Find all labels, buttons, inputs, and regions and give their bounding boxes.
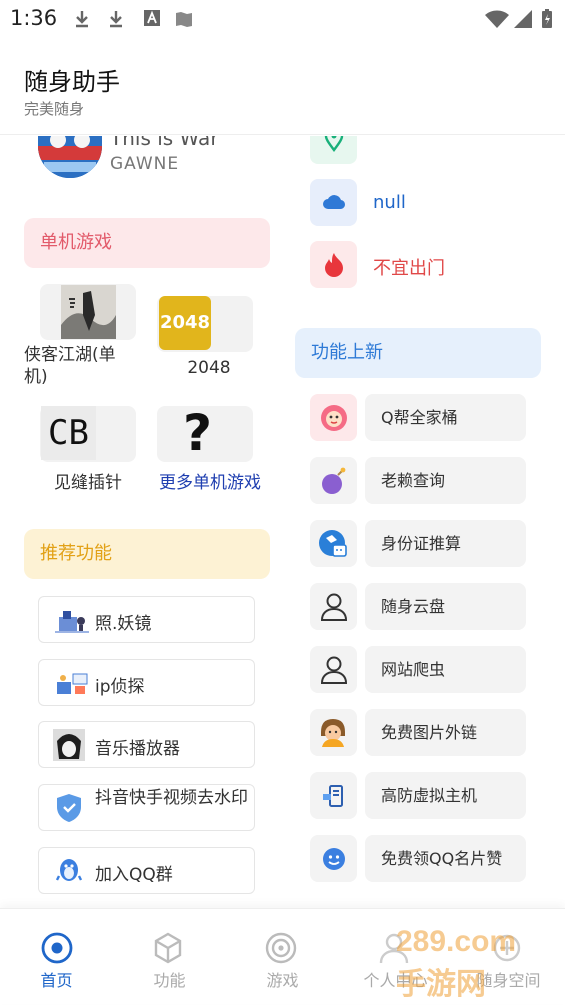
battery-icon xyxy=(540,9,554,29)
feat-btn-crawler[interactable]: 网站爬虫 xyxy=(365,646,526,693)
game-label-cb[interactable]: 见缝插针 xyxy=(36,468,140,493)
camera-scene-icon xyxy=(55,605,89,635)
feat-btn-idcard[interactable]: 身份证推算 xyxy=(365,520,526,567)
user-outline-icon xyxy=(320,592,348,626)
rec-label-ip: ip侦探 xyxy=(95,677,145,697)
qq-penguin-icon xyxy=(55,856,85,886)
fire-tile[interactable] xyxy=(310,241,357,288)
album-art[interactable] xyxy=(38,136,102,178)
nav-label-games: 游戏 xyxy=(266,971,299,990)
game-label-more[interactable]: 更多单机游戏 xyxy=(148,468,272,493)
feat-tile-idcard[interactable] xyxy=(310,520,357,567)
ip-scene-icon xyxy=(55,668,88,698)
nav-item-features[interactable]: 功能 xyxy=(113,909,226,1005)
artist-name: GAWNE xyxy=(110,154,180,174)
game-tile-2048[interactable]: 2048 xyxy=(157,296,253,352)
status-time: 1:36 xyxy=(10,6,58,30)
app-title: 随身助手 xyxy=(24,68,120,96)
server-icon xyxy=(321,783,347,813)
feat-tile-server[interactable] xyxy=(310,772,357,819)
rec-label-watermark: 抖音快手视频去水印 xyxy=(95,788,248,808)
app-subtitle: 完美随身 xyxy=(24,100,85,118)
wuxia-game-icon xyxy=(61,285,116,339)
main-content[interactable]: This is War GAWNE null 不宜出门 单机游戏 侠客江湖(单机… xyxy=(0,136,565,910)
rec-item-ip[interactable]: ip侦探 xyxy=(38,659,255,706)
user-outline-icon xyxy=(320,655,348,689)
nav-label-features: 功能 xyxy=(153,971,186,990)
rec-item-music[interactable]: 音乐播放器 xyxy=(38,721,255,768)
feat-btn-cloud[interactable]: 随身云盘 xyxy=(365,583,526,630)
recommended-header: 推荐功能 xyxy=(24,529,270,579)
2048-game-icon: 2048 xyxy=(159,296,211,350)
nav-label-home: 首页 xyxy=(40,971,73,990)
cloud-tile[interactable] xyxy=(310,179,357,226)
shield-icon xyxy=(55,793,85,823)
font-a-icon xyxy=(142,9,162,29)
rec-label-music: 音乐播放器 xyxy=(95,739,180,759)
download-icon xyxy=(106,9,126,29)
fire-icon xyxy=(323,252,345,282)
game-label-wuxia[interactable]: 侠客江湖(单机) xyxy=(24,344,134,388)
cube-icon xyxy=(151,931,185,965)
feat-tile-imglink[interactable] xyxy=(310,709,357,756)
rec-item-qq-group[interactable]: 加入QQ群 xyxy=(38,847,255,894)
game-tile-wuxia[interactable] xyxy=(40,284,136,340)
game-label-2048[interactable]: 2048 xyxy=(157,358,261,378)
book-icon xyxy=(174,9,194,29)
signal-icon xyxy=(513,9,533,29)
cb-game-icon: CB xyxy=(41,406,96,460)
feat-tile-cloud[interactable] xyxy=(310,583,357,630)
wifi-icon xyxy=(483,9,511,29)
location-pin-icon xyxy=(324,136,344,156)
cloud-icon xyxy=(322,193,346,215)
person-avatar-icon xyxy=(318,717,348,751)
app-header: 随身助手 完美随身 xyxy=(0,40,565,135)
id-card-icon xyxy=(318,529,348,563)
new-features-header: 功能上新 xyxy=(295,328,541,378)
game-tile-more[interactable]: ? xyxy=(157,404,253,462)
purple-bomb-icon xyxy=(320,467,348,499)
feat-btn-qqlike[interactable]: 免费领QQ名片赞 xyxy=(365,835,526,882)
status-bar: 1:36 xyxy=(0,0,565,40)
single-games-header: 单机游戏 xyxy=(24,218,270,268)
qq-face-icon xyxy=(321,846,347,876)
question-icon: ? xyxy=(183,404,213,462)
weather-advice: 不宜出门 xyxy=(373,258,445,279)
rec-label-mirror: 照.妖镜 xyxy=(95,614,152,634)
rec-item-mirror[interactable]: 照.妖镜 xyxy=(38,596,255,643)
feat-btn-laolai[interactable]: 老赖查询 xyxy=(365,457,526,504)
rec-item-watermark[interactable]: 抖音快手视频去水印 xyxy=(38,784,255,831)
bottom-nav: 首页 功能 游戏 个人中心 随身空间 289.com 手游网 xyxy=(0,908,565,1004)
pink-lion-icon xyxy=(320,404,348,436)
feat-btn-qbang[interactable]: Q帮全家桶 xyxy=(365,394,526,441)
feat-tile-crawler[interactable] xyxy=(310,646,357,693)
rec-label-qq-group: 加入QQ群 xyxy=(95,865,173,885)
feat-btn-server[interactable]: 高防虚拟主机 xyxy=(365,772,526,819)
nav-item-home[interactable]: 首页 xyxy=(0,909,113,1005)
swirl-icon xyxy=(264,931,298,965)
feat-tile-qbang[interactable] xyxy=(310,394,357,441)
watermark-logo: 289.com 手游网 xyxy=(396,923,546,1001)
home-target-icon xyxy=(40,931,74,965)
location-pin-tile[interactable] xyxy=(310,136,357,164)
song-title: This is War xyxy=(110,136,219,150)
nav-item-games[interactable]: 游戏 xyxy=(226,909,339,1005)
feat-btn-imglink[interactable]: 免费图片外链 xyxy=(365,709,526,756)
anime-avatar-icon xyxy=(53,729,85,761)
watermark-text: 289.com 手游网 xyxy=(396,925,517,1001)
feat-tile-laolai[interactable] xyxy=(310,457,357,504)
game-tile-cb[interactable]: CB xyxy=(40,406,136,462)
feat-tile-qqlike[interactable] xyxy=(310,835,357,882)
weather-city: null xyxy=(373,192,406,213)
download-icon xyxy=(72,9,92,29)
